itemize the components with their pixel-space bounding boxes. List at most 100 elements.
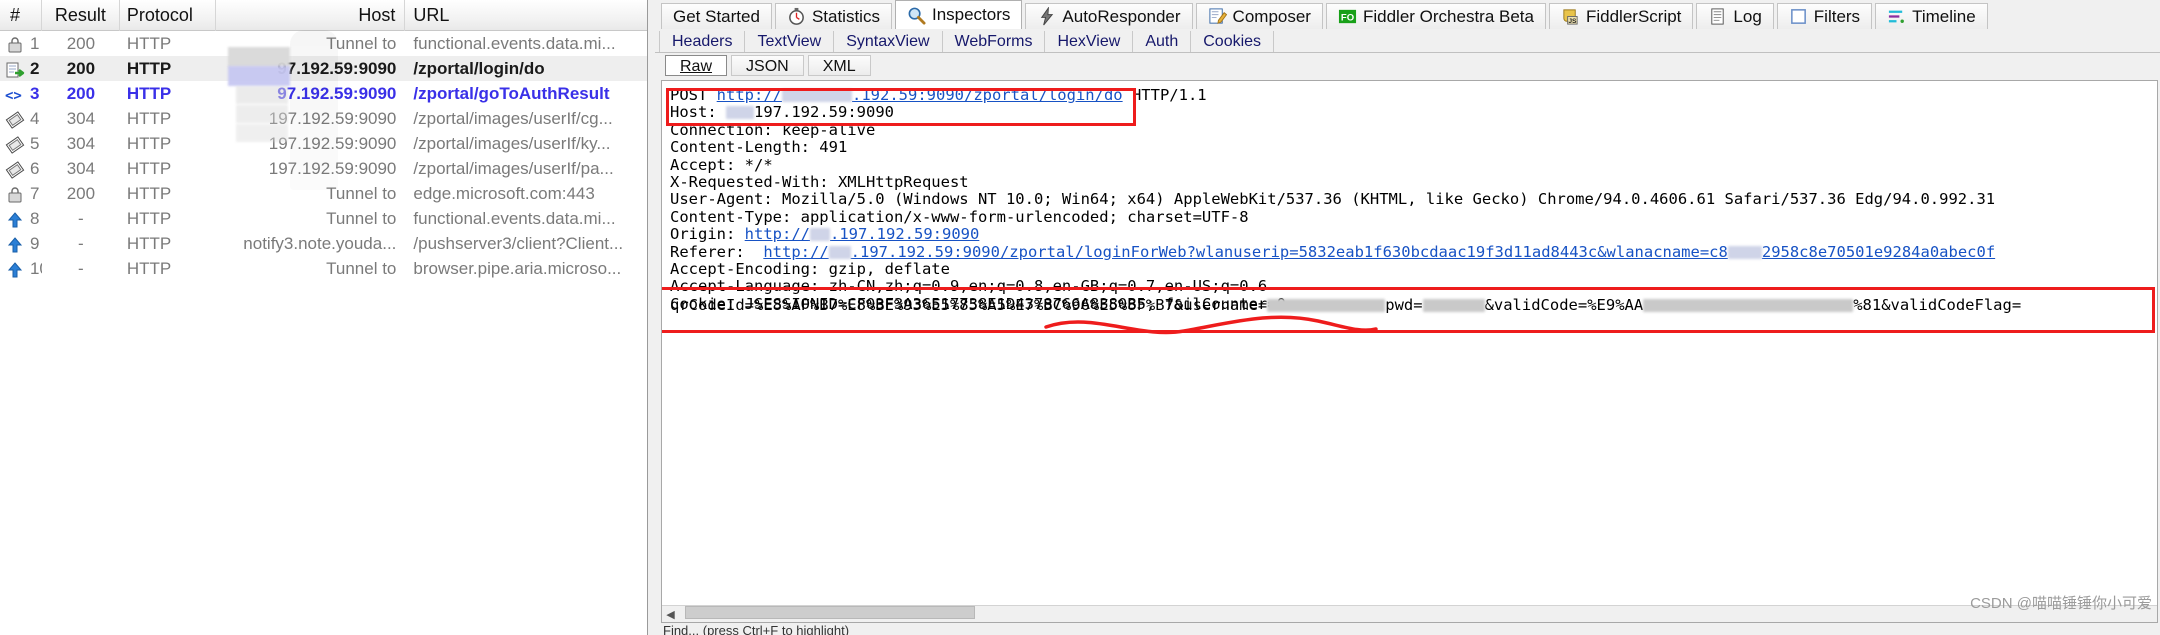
inspector-tab-cookies[interactable]: Cookies: [1191, 31, 1275, 52]
redaction-blur-row5: [236, 105, 288, 123]
table-row[interactable]: 5 304 HTTP 197.192.59:9090/zportal/images/u…: [0, 131, 647, 156]
session-list-panel[interactable]: # Result Protocol Host URL 1 200 HTTP Tunne…: [0, 0, 648, 635]
fiddler-window: # Result Protocol Host URL 1 200 HTTP Tunne…: [0, 0, 2160, 635]
inspector-status-text: Find... (press Ctrl+F to highlight): [655, 623, 2160, 635]
view-tab-strip[interactable]: Raw JSON XML: [655, 53, 2160, 77]
header-content-length: Content-Length: 491: [670, 138, 848, 157]
table-row[interactable]: 8 - HTTP Tunnel to functional.events.data.mi…: [0, 206, 647, 231]
request-method: POST: [670, 86, 708, 104]
inspector-tab-webforms[interactable]: WebForms: [942, 31, 1046, 52]
log-icon: [1708, 7, 1727, 26]
inspector-tab-auth[interactable]: Auth: [1133, 31, 1192, 52]
table-row[interactable]: 9 - HTTP notify3.note.youda... /pushserver3/…: [0, 231, 647, 256]
cell-result: 304: [66, 159, 96, 178]
cell-protocol: HTTP: [126, 159, 172, 178]
timeline-icon: [1887, 7, 1906, 26]
cell-result: 304: [66, 134, 96, 153]
session-rows[interactable]: 1 200 HTTP Tunnel to functional.events.data.…: [0, 31, 647, 281]
body-validcodeflag: %81&validCodeFlag=: [1853, 296, 2022, 314]
raw-request-view[interactable]: POST http://.192.59:9090/zportal/login/d…: [661, 80, 2158, 623]
tab-fiddler-orchestra-beta[interactable]: FO Fiddler Orchestra Beta: [1325, 3, 1546, 29]
column-header-result[interactable]: Result: [42, 0, 120, 31]
cell-protocol: HTTP: [126, 59, 172, 78]
scroll-track[interactable]: [679, 605, 2157, 623]
cell-host: Tunnel to: [326, 184, 397, 203]
cell-protocol: HTTP: [126, 109, 172, 128]
lock-icon: [0, 181, 30, 206]
cell-protocol: HTTP: [126, 84, 172, 103]
cell-url: /zportal/images/userIf/cg...: [413, 109, 613, 128]
compose-icon: [1208, 7, 1227, 26]
request-url-link[interactable]: http://.192.59:9090/zportal/login/do: [717, 86, 1123, 104]
header-connection: Connection: keep-alive: [670, 120, 876, 139]
filter-icon: [1789, 7, 1808, 26]
inspector-tab-headers[interactable]: Headers: [659, 31, 746, 52]
main-tab-strip[interactable]: Get Started Statistics Inspectors AutoRespo…: [655, 0, 2160, 29]
tab-inspectors[interactable]: Inspectors: [894, 0, 1023, 29]
request-body-text: qrCodeId=%E8%AF%B7%E8%BE%93%E5%85%A5%E7%…: [670, 296, 2157, 314]
body-pwd-label: pwd=: [1385, 296, 1423, 314]
cell-host: 197.192.59:9090: [268, 159, 397, 178]
scroll-left-arrow[interactable]: ◀: [662, 605, 679, 622]
bolt-icon: [1037, 7, 1056, 26]
view-tab-json[interactable]: JSON: [731, 54, 804, 76]
panel-splitter[interactable]: [648, 0, 655, 635]
table-row[interactable]: 10 - HTTP Tunnel to browser.pipe.aria.micros…: [0, 256, 647, 281]
tab-timeline[interactable]: Timeline: [1875, 3, 1988, 29]
tab-label: FiddlerScript: [1585, 6, 1682, 26]
table-row[interactable]: 7 200 HTTP Tunnel to edge.microsoft.com:443: [0, 181, 647, 206]
tab-composer[interactable]: Composer: [1195, 3, 1323, 29]
tab-get-started[interactable]: Get Started: [661, 3, 772, 29]
table-row[interactable]: 4 304 HTTP 197.192.59:9090/zportal/images/u…: [0, 106, 647, 131]
tab-fiddlerscript[interactable]: JS FiddlerScript: [1548, 3, 1694, 29]
redaction-blur-row4: [236, 86, 288, 104]
raw-horizontal-scrollbar[interactable]: ◀: [662, 605, 2157, 622]
table-row[interactable]: <> 3 200 HTTP 97.192.59:9090/zportal/goToAut…: [0, 81, 647, 106]
cell-protocol: HTTP: [126, 259, 172, 278]
request-http-version: HTTP/1.1: [1131, 86, 1207, 104]
column-header-url[interactable]: URL: [405, 0, 647, 31]
cell-protocol: HTTP: [126, 34, 172, 53]
column-header-protocol[interactable]: Protocol: [120, 0, 216, 31]
column-header-host[interactable]: Host: [216, 0, 406, 31]
tab-autoresponder[interactable]: AutoResponder: [1025, 3, 1193, 29]
tab-label: Composer: [1232, 6, 1311, 26]
upload-icon: [0, 231, 30, 256]
tab-log[interactable]: Log: [1696, 3, 1774, 29]
tab-statistics[interactable]: Statistics: [774, 3, 892, 29]
referer-link[interactable]: http://.197.192.59:9090/zportal/loginFor…: [763, 243, 1995, 261]
tab-label: Timeline: [1912, 6, 1976, 26]
table-row[interactable]: 2 200 HTTP 97.192.59:9090/zportal/login/do: [0, 56, 647, 81]
column-header-number[interactable]: #: [0, 0, 42, 31]
cell-number: 2: [29, 59, 40, 78]
redaction-blur-row3: [228, 66, 290, 86]
origin-link[interactable]: http://.197.192.59:9090: [745, 225, 980, 243]
table-row[interactable]: 6 304 HTTP 197.192.59:9090/zportal/images/u…: [0, 156, 647, 181]
cell-number: 7: [29, 184, 40, 203]
scroll-thumb[interactable]: [685, 605, 975, 619]
view-tab-xml[interactable]: XML: [807, 54, 871, 76]
inspector-tab-hexview[interactable]: HexView: [1045, 31, 1134, 52]
cell-url: functional.events.data.mi...: [413, 34, 616, 53]
tab-filters[interactable]: Filters: [1776, 3, 1873, 29]
svg-text:FO: FO: [1341, 12, 1354, 23]
cell-url: /pushserver3/client?Client...: [413, 234, 624, 253]
cell-host: Tunnel to: [326, 209, 397, 228]
table-row[interactable]: 1 200 HTTP Tunnel to functional.events.data.…: [0, 31, 647, 56]
cell-result: -: [78, 234, 84, 253]
cell-result: -: [78, 209, 84, 228]
header-accept-encoding: Accept-Encoding: gzip, deflate: [670, 260, 950, 279]
header-user-agent: User-Agent: Mozilla/5.0 (Windows NT 10.0…: [670, 190, 1996, 209]
cell-number: 10: [29, 259, 42, 278]
inspector-tab-strip[interactable]: Headers TextView SyntaxView WebForms HexView…: [655, 29, 2160, 53]
inspector-tab-syntaxview[interactable]: SyntaxView: [834, 31, 943, 52]
upload-icon: [0, 206, 30, 231]
cell-url: /zportal/images/userIf/ky...: [413, 134, 611, 153]
tab-label: Get Started: [673, 6, 760, 26]
view-tab-raw[interactable]: Raw: [665, 54, 728, 76]
inspector-tab-textview[interactable]: TextView: [745, 31, 835, 52]
svg-text:JS: JS: [1568, 18, 1577, 25]
lock-icon: [0, 31, 30, 56]
body-validcode: &validCode=%E9%AA: [1484, 296, 1644, 314]
tab-label: Statistics: [811, 6, 880, 26]
